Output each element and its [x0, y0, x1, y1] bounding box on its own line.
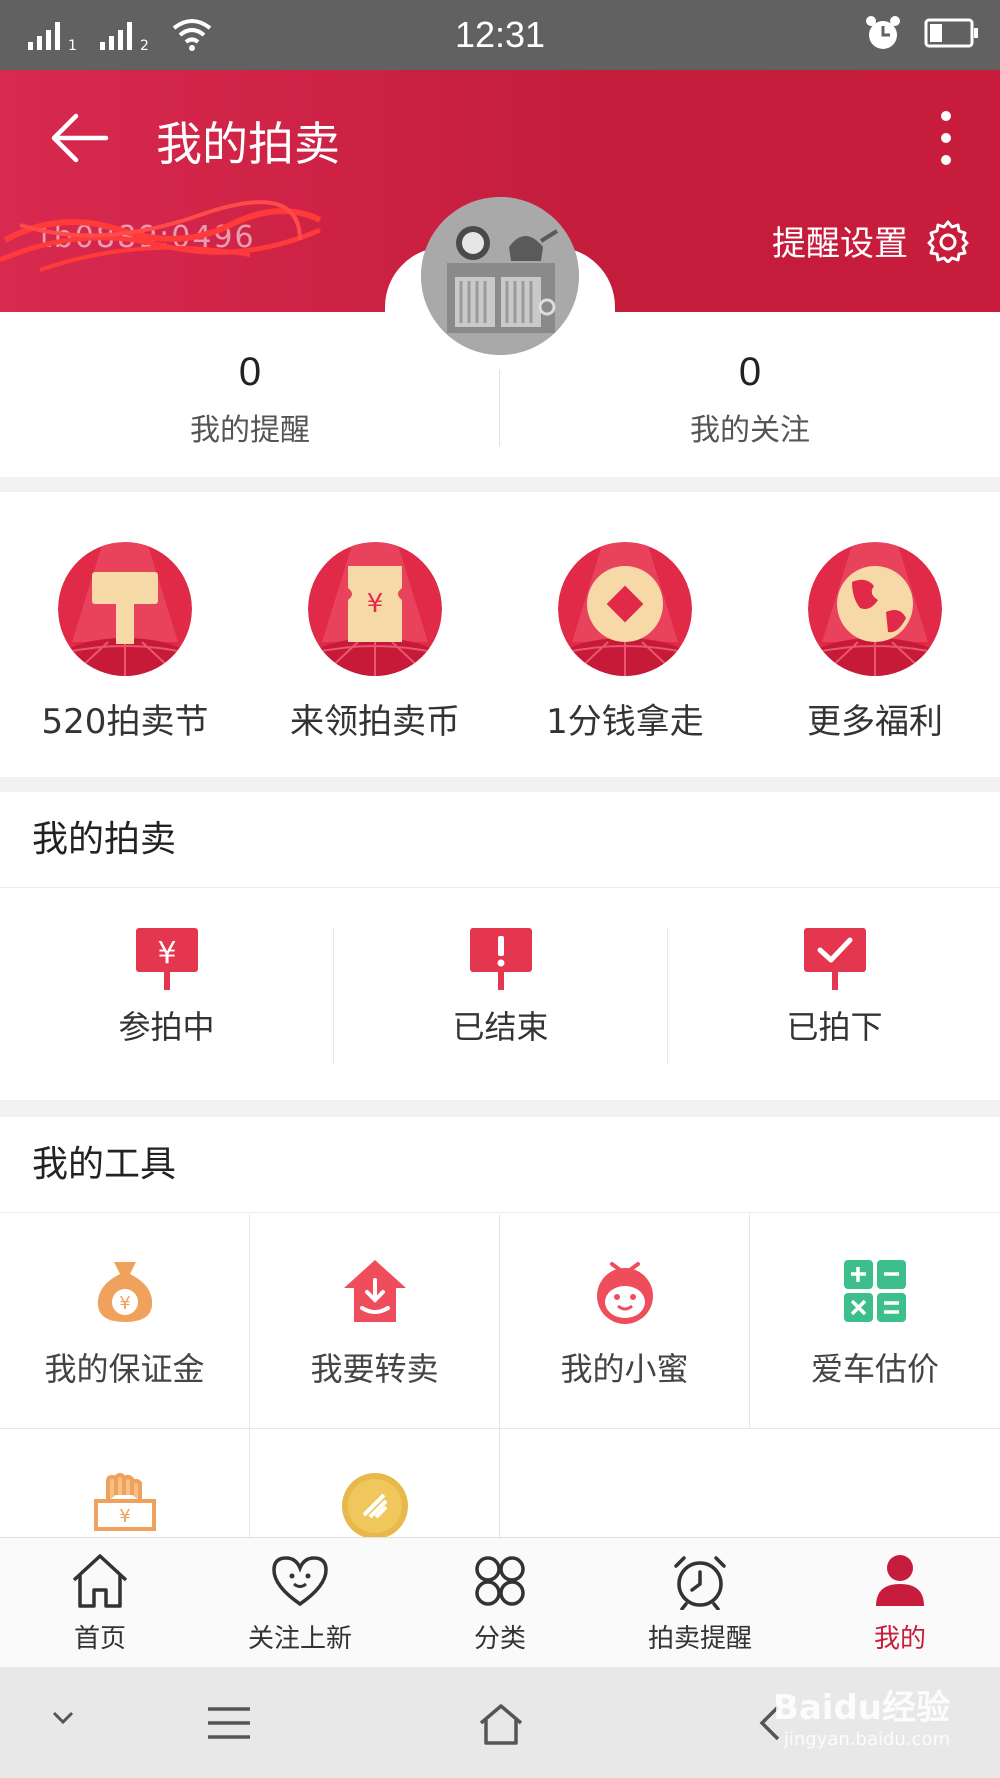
- menu-icon[interactable]: [206, 1703, 252, 1743]
- follows-count: 0: [738, 350, 762, 394]
- grid-icon: [475, 1556, 525, 1606]
- tab-label: 分类: [473, 1624, 526, 1654]
- tool-label: 我要转卖: [310, 1350, 439, 1388]
- gavel-icon: [58, 542, 192, 676]
- my-auction-section: 我的拍卖 ¥ 参拍中 已结束 已拍下: [0, 792, 1000, 1100]
- coin-icon: [558, 542, 692, 676]
- globe-icon: [808, 542, 942, 676]
- money-bag-icon: ¥: [97, 1262, 152, 1322]
- remind-settings-label: 提醒设置: [772, 224, 908, 264]
- bottom-tab-bar: 首页 关注上新 分类 拍卖提醒 我的: [0, 1537, 1000, 1667]
- redaction-scribble: [0, 200, 322, 272]
- auction-participating[interactable]: ¥ 参拍中: [0, 888, 333, 1088]
- tool-label: 我的保证金: [44, 1350, 205, 1388]
- person-icon: [876, 1555, 924, 1606]
- tool-resell[interactable]: 我要转卖: [250, 1214, 500, 1429]
- home-icon: [72, 1554, 128, 1608]
- benefit-label: 更多福利: [807, 702, 943, 742]
- section-title: 我的工具: [0, 1117, 1000, 1213]
- svg-text:¥: ¥: [157, 936, 176, 971]
- tab-label: 我的: [873, 1624, 926, 1654]
- alarm-clock-icon: [674, 1556, 726, 1611]
- follows-label: 我的关注: [690, 413, 810, 448]
- calculator-icon: [844, 1260, 906, 1322]
- svg-text:¥: ¥: [119, 1506, 130, 1527]
- tool-car-valuation[interactable]: 爱车估价: [750, 1214, 1000, 1429]
- benefit-label: 来领拍卖币: [290, 702, 460, 742]
- reminders-label: 我的提醒: [190, 413, 310, 448]
- remind-settings-button[interactable]: 提醒设置: [772, 216, 970, 265]
- reminders-count: 0: [238, 350, 262, 394]
- svg-text:¥: ¥: [367, 589, 384, 619]
- tab-follow-new[interactable]: 关注上新: [200, 1552, 400, 1655]
- auction-item-label: 已拍下: [786, 1008, 883, 1046]
- benefit-auction-festival[interactable]: 520拍卖节: [0, 542, 250, 743]
- tool-label: 我的小蜜: [560, 1350, 689, 1388]
- section-title: 我的拍卖: [0, 792, 1000, 888]
- benefits-row: 520拍卖节 ¥ 来领拍卖币 1分钱拿走 更多福利: [0, 492, 1000, 777]
- page-title: 我的拍卖: [156, 117, 340, 171]
- clock-time: 12:31: [454, 14, 546, 55]
- tool-assistant[interactable]: 我的小蜜: [500, 1214, 750, 1429]
- battery-icon: [924, 18, 978, 48]
- tool-more-2[interactable]: [250, 1429, 500, 1537]
- benefit-auction-coins[interactable]: ¥ 来领拍卖币: [250, 542, 500, 743]
- avatar[interactable]: [421, 197, 579, 355]
- back-arrow-icon[interactable]: [50, 112, 110, 164]
- house-resell-icon: [343, 1260, 406, 1322]
- check-sign-icon: [803, 928, 866, 990]
- tool-label: 爱车估价: [810, 1350, 939, 1388]
- watermark: Baidu经验 jingyan.baidu.com: [773, 1680, 950, 1750]
- exclamation-sign-icon: [469, 928, 532, 990]
- my-tools-section: 我的工具 ¥ 我的保证金 我要转卖 我的小蜜 爱车估价 ¥: [0, 1117, 1000, 1537]
- benefit-label: 520拍卖节: [41, 702, 209, 742]
- tool-more-1[interactable]: ¥: [0, 1429, 250, 1537]
- my-follows-stat[interactable]: 0 我的关注: [500, 350, 1000, 449]
- tab-category[interactable]: 分类: [400, 1552, 600, 1655]
- assistant-face-icon: [596, 1262, 653, 1324]
- watermark-brand: Baidu经验: [772, 1688, 950, 1728]
- alarm-status-icon: [866, 16, 900, 49]
- tab-mine[interactable]: 我的: [800, 1552, 1000, 1655]
- hand-cash-icon: ¥: [93, 1473, 156, 1531]
- watermark-url: jingyan.baidu.com: [783, 1729, 950, 1750]
- gold-coin-icon: [341, 1473, 408, 1537]
- auction-item-label: 参拍中: [118, 1008, 215, 1046]
- tab-home[interactable]: 首页: [0, 1552, 200, 1655]
- my-reminders-stat[interactable]: 0 我的提醒: [0, 350, 500, 449]
- auction-item-label: 已结束: [452, 1008, 549, 1046]
- benefit-more-welfare[interactable]: 更多福利: [750, 542, 1000, 743]
- yuan-sign-icon: ¥: [135, 928, 198, 990]
- heart-icon: [272, 1556, 328, 1607]
- chevron-down-icon[interactable]: [48, 1703, 78, 1733]
- status-bar: 1 2 12:31: [0, 0, 1000, 70]
- svg-text:¥: ¥: [119, 1293, 130, 1314]
- auction-won[interactable]: 已拍下: [668, 888, 1000, 1088]
- tab-auction-reminder[interactable]: 拍卖提醒: [600, 1552, 800, 1655]
- more-options-icon[interactable]: [936, 110, 956, 166]
- tab-label: 拍卖提醒: [647, 1624, 752, 1654]
- auction-ended[interactable]: 已结束: [334, 888, 667, 1088]
- gear-icon: [927, 220, 969, 263]
- tab-label: 首页: [73, 1624, 126, 1654]
- benefit-label: 1分钱拿走: [546, 702, 704, 742]
- avatar-image: [421, 197, 579, 355]
- ticket-yuan-icon: ¥: [308, 542, 442, 676]
- tool-deposit[interactable]: ¥ 我的保证金: [0, 1214, 250, 1429]
- benefit-one-cent[interactable]: 1分钱拿走: [500, 542, 750, 743]
- tab-label: 关注上新: [247, 1624, 352, 1654]
- home-nav-icon[interactable]: [478, 1703, 524, 1745]
